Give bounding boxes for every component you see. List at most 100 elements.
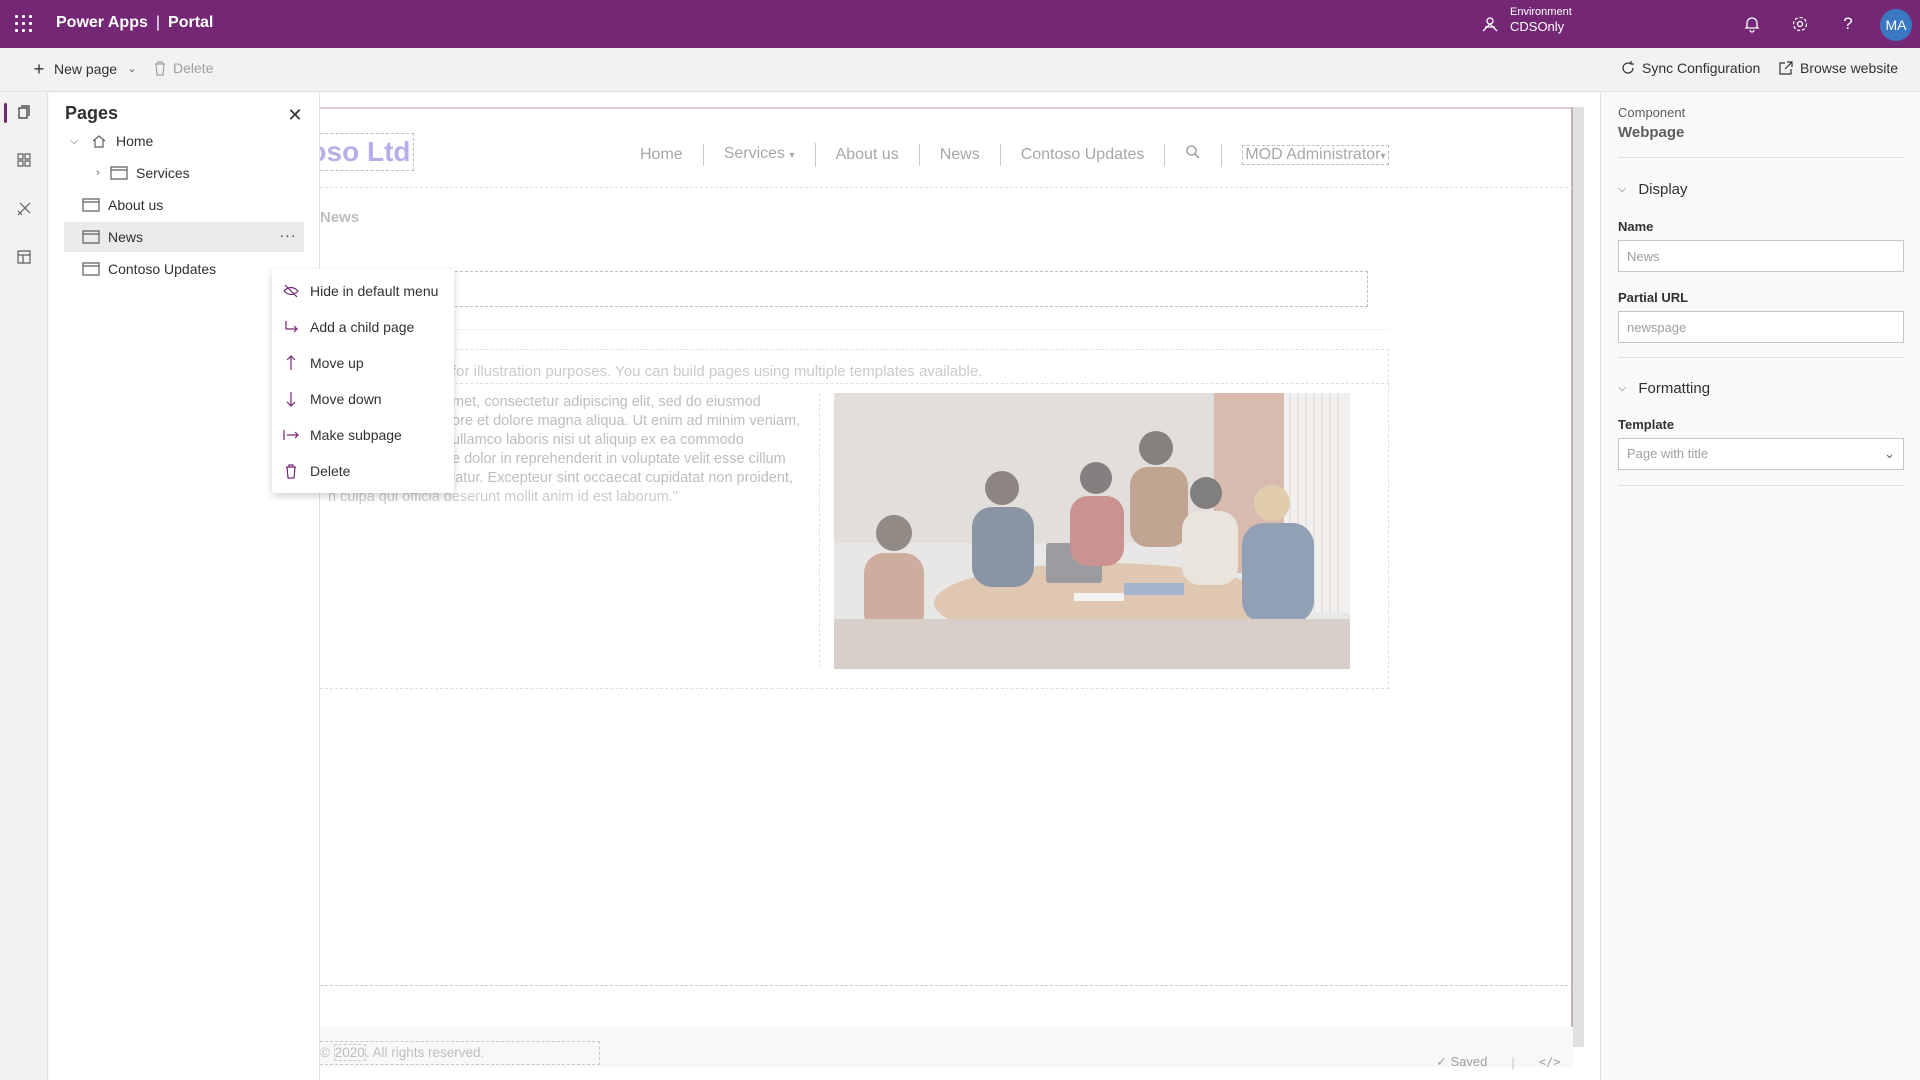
tree-item-home[interactable]: ⌵ Home (64, 126, 304, 156)
caret-down-icon: ▾ (1380, 151, 1386, 162)
menu-item-add-child-page[interactable]: Add a child page (272, 309, 454, 345)
name-label: Name (1618, 219, 1654, 234)
intro-divider (320, 383, 1389, 384)
menu-item-label: Move down (310, 391, 382, 407)
arrow-up-icon (280, 354, 302, 372)
panel-title: Pages (65, 103, 119, 123)
app-title[interactable]: Power Apps | Portal (56, 14, 213, 32)
avatar[interactable]: MA (1880, 9, 1912, 41)
templates-rail-button[interactable] (0, 239, 48, 275)
chevron-right-icon[interactable]: › (90, 167, 106, 179)
site-nav-contoso-updates[interactable]: Contoso Updates (1001, 144, 1166, 166)
name-field[interactable] (1618, 240, 1904, 272)
menu-item-label: Delete (310, 463, 351, 479)
header-divider (320, 187, 1573, 188)
chevron-down-icon: ⌄ (1884, 446, 1895, 461)
caret-down-icon: ▾ (789, 150, 795, 161)
delete-label: Delete (173, 60, 214, 76)
top-bar: Power Apps | Portal Environment CDSOnly ? … (0, 0, 1920, 48)
breadcrumb: News (320, 209, 360, 226)
intro-text: for illustration purposes. You can build… (452, 363, 983, 380)
notification-icon[interactable] (1740, 12, 1764, 36)
tree-item-label: About us (108, 197, 164, 213)
pages-icon (18, 105, 30, 119)
home-icon (92, 135, 106, 148)
tree-item-contoso-updates[interactable]: Contoso Updates (64, 254, 304, 284)
team-meeting-photo[interactable] (834, 393, 1350, 669)
menu-item-move-down[interactable]: Move down (272, 381, 454, 417)
settings-icon[interactable] (1788, 12, 1812, 36)
canvas-scrollbar[interactable] (1573, 107, 1584, 1047)
sync-configuration-button[interactable]: Sync Configuration (1620, 60, 1760, 76)
menu-item-delete[interactable]: Delete (272, 453, 454, 489)
help-icon[interactable]: ? (1836, 12, 1860, 36)
pages-rail-button[interactable] (0, 95, 48, 131)
components-icon (17, 153, 31, 167)
saved-label: Saved (1450, 1054, 1488, 1069)
environment-icon (1482, 17, 1498, 32)
child-page-icon (280, 318, 302, 336)
tree-item-services[interactable]: › Services (64, 158, 304, 188)
more-options-icon[interactable]: ··· (278, 227, 298, 247)
site-logo[interactable]: ntoso Ltd (320, 133, 414, 171)
saved-status: ✓ Saved (1436, 1054, 1487, 1070)
divider (1618, 357, 1904, 358)
code-editor-icon[interactable]: </> (1539, 1055, 1561, 1069)
site-user-menu[interactable]: MOD Administrator▾ (1242, 145, 1389, 165)
close-icon[interactable]: ✕ (285, 105, 305, 125)
template-dropdown[interactable]: Page with title ⌄ (1618, 438, 1904, 470)
left-rail (0, 93, 48, 1080)
themes-rail-button[interactable] (0, 191, 48, 227)
tree-item-label: Contoso Updates (108, 261, 217, 277)
open-external-icon (1779, 61, 1793, 75)
properties-panel: Component Webpage ⌵ Display Name Partial … (1600, 93, 1920, 1080)
page-icon (82, 262, 100, 276)
menu-item-label: Move up (310, 355, 364, 371)
chevron-down-icon: ⌵ (1618, 382, 1627, 394)
browse-label: Browse website (1800, 60, 1899, 76)
menu-item-label: Add a child page (310, 319, 415, 335)
component-label: Component (1618, 105, 1686, 120)
copyright-rest: . All rights reserved. (365, 1045, 485, 1060)
partial-url-field[interactable] (1618, 311, 1904, 343)
section-label: Formatting (1638, 380, 1711, 397)
status-bar: ✓ Saved | </> (1436, 1054, 1561, 1070)
site-nav-services[interactable]: Services ▾ (704, 143, 816, 167)
delete-button[interactable]: Delete (153, 60, 213, 76)
copyright-text[interactable]: © 2020. All rights reserved. (320, 1041, 600, 1065)
site-nav-news[interactable]: News (920, 144, 1001, 166)
page-title-placeholder[interactable] (320, 271, 1368, 307)
new-page-button[interactable]: + New page ⌄ (30, 60, 141, 78)
site-nav-home[interactable]: Home (620, 144, 704, 166)
site-search-icon[interactable] (1165, 143, 1223, 167)
partial-url-label: Partial URL (1618, 290, 1689, 305)
check-icon: ✓ (1436, 1054, 1447, 1069)
formatting-section-header[interactable]: ⌵ Formatting (1618, 380, 1710, 397)
tree-item-news[interactable]: News ··· (64, 222, 304, 252)
themes-icon (17, 202, 31, 216)
templates-icon (17, 250, 31, 264)
menu-item-hide-in-default-menu[interactable]: Hide in default menu (272, 273, 454, 309)
product-name: Portal (168, 14, 214, 31)
site-nav-about-us[interactable]: About us (816, 144, 920, 166)
environment-picker[interactable]: Environment CDSOnly (1482, 6, 1572, 34)
menu-item-move-up[interactable]: Move up (272, 345, 454, 381)
copyright-year: 2020 (333, 1044, 366, 1061)
menu-item-make-subpage[interactable]: Make subpage (272, 417, 454, 453)
display-section-header[interactable]: ⌵ Display (1618, 181, 1688, 198)
canvas-frame: ntoso Ltd Home Services ▾ About us News … (320, 107, 1573, 1067)
browse-website-button[interactable]: Browse website (1778, 60, 1898, 76)
plus-icon: + (33, 59, 45, 79)
components-rail-button[interactable] (0, 142, 48, 178)
tree-item-about-us[interactable]: About us (64, 190, 304, 220)
app-launcher-icon[interactable] (12, 12, 36, 36)
footer-divider (320, 985, 1573, 986)
trash-icon (155, 61, 165, 76)
menu-item-label: Hide in default menu (310, 283, 439, 299)
tree-item-label: News (108, 229, 144, 245)
chevron-down-icon[interactable]: ⌵ (66, 135, 82, 148)
chevron-down-icon: ⌵ (1618, 183, 1627, 195)
page-icon (110, 166, 128, 180)
page-canvas[interactable]: ntoso Ltd Home Services ▾ About us News … (320, 93, 1600, 1080)
arrow-down-icon (280, 390, 302, 408)
